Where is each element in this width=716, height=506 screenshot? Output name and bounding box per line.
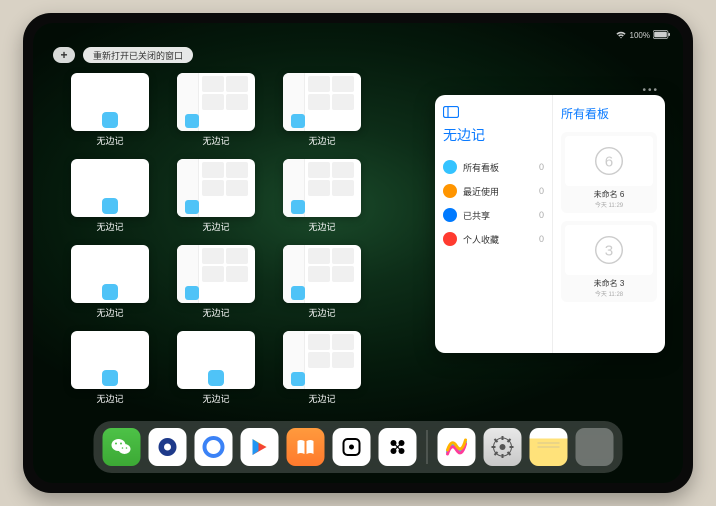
window-tile[interactable]: 无边记 (71, 73, 149, 147)
dock (94, 421, 623, 473)
window-tile[interactable]: 无边记 (71, 331, 149, 405)
freeform-panel: 无边记 所有看板0最近使用0已共享0个人收藏0 所有看板 6未命名 6今天 11… (435, 95, 665, 353)
panel-title: 无边记 (443, 125, 544, 145)
window-label: 无边记 (308, 220, 335, 233)
window-thumbnail (71, 245, 149, 303)
board-thumbnail: 6 (565, 136, 653, 186)
toolbar: + 重新打开已关闭的窗口 (53, 47, 193, 63)
category-count: 0 (539, 234, 544, 244)
sidebar-item[interactable]: 已共享 0 (443, 203, 544, 227)
category-label: 所有看板 (463, 161, 499, 174)
window-thumbnail (283, 73, 361, 131)
panel-content: 所有看板 6 未命名 6今天 11:29 3 未命名 3今天 11:28 (553, 95, 665, 353)
window-thumbnail (283, 331, 361, 389)
dock-freeform-icon[interactable] (438, 428, 476, 466)
window-tile[interactable]: 无边记 (283, 331, 361, 405)
window-thumbnail (283, 245, 361, 303)
dock-play-icon[interactable] (241, 428, 279, 466)
sidebar-item[interactable]: 最近使用 0 (443, 179, 544, 203)
category-count: 0 (539, 186, 544, 196)
board-thumbnail: 3 (565, 225, 653, 275)
window-label: 无边记 (202, 306, 229, 319)
window-tile[interactable]: 无边记 (177, 159, 255, 233)
dock-app-dots-icon[interactable] (379, 428, 417, 466)
category-label: 个人收藏 (463, 233, 499, 246)
battery-pct: 100% (630, 31, 650, 40)
reopen-window-button[interactable]: 重新打开已关闭的窗口 (83, 47, 193, 63)
window-label: 无边记 (96, 134, 123, 147)
window-thumbnail (71, 331, 149, 389)
category-label: 最近使用 (463, 185, 499, 198)
board-card[interactable]: 6 未命名 6今天 11:29 (561, 132, 657, 213)
board-name: 未命名 3 (594, 278, 625, 289)
dock-app-blue2-icon[interactable] (195, 428, 233, 466)
battery-icon (653, 30, 671, 41)
window-tile[interactable]: 无边记 (71, 245, 149, 319)
window-thumbnail (177, 331, 255, 389)
window-tile[interactable]: 无边记 (283, 73, 361, 147)
board-name: 未命名 6 (594, 189, 625, 200)
category-count: 0 (539, 162, 544, 172)
window-label: 无边记 (202, 220, 229, 233)
dock-settings-icon[interactable] (484, 428, 522, 466)
window-tile[interactable]: 无边记 (177, 73, 255, 147)
window-tile[interactable]: 无边记 (177, 245, 255, 319)
window-tile[interactable]: 无边记 (71, 159, 149, 233)
window-thumbnail (177, 73, 255, 131)
window-tile[interactable]: 无边记 (283, 159, 361, 233)
window-grid: 无边记无边记无边记无边记无边记无边记无边记无边记无边记无边记无边记无边记 (71, 73, 401, 405)
board-time: 今天 11:28 (595, 289, 623, 298)
window-label: 无边记 (308, 306, 335, 319)
category-icon (443, 184, 457, 198)
board-card[interactable]: 3 未命名 3今天 11:28 (561, 221, 657, 302)
dock-books-icon[interactable] (287, 428, 325, 466)
sidebar-item[interactable]: 所有看板 0 (443, 155, 544, 179)
window-label: 无边记 (96, 306, 123, 319)
window-thumbnail (177, 245, 255, 303)
screen: 100% + 重新打开已关闭的窗口 无边记无边记无边记无边记无边记无边记无边记无… (33, 23, 683, 483)
window-thumbnail (283, 159, 361, 217)
window-tile[interactable]: 无边记 (283, 245, 361, 319)
sidebar-item[interactable]: 个人收藏 0 (443, 227, 544, 251)
dock-dice-icon[interactable] (333, 428, 371, 466)
window-label: 无边记 (96, 220, 123, 233)
board-time: 今天 11:29 (595, 200, 623, 209)
panel-sidebar: 无边记 所有看板 0 最近使用 0 已共享 0 个人收藏 0 (435, 95, 553, 353)
window-label: 无边记 (202, 134, 229, 147)
sidebar-icon[interactable] (443, 105, 459, 117)
category-icon (443, 160, 457, 174)
status-right: 100% (615, 30, 671, 41)
window-label: 无边记 (96, 392, 123, 405)
window-label: 无边记 (202, 392, 229, 405)
dock-app-blue1-icon[interactable] (149, 428, 187, 466)
window-thumbnail (71, 73, 149, 131)
category-label: 已共享 (463, 209, 490, 222)
add-button[interactable]: + (53, 47, 75, 63)
category-count: 0 (539, 210, 544, 220)
category-icon (443, 232, 457, 246)
dock-wechat-icon[interactable] (103, 428, 141, 466)
window-label: 无边记 (308, 392, 335, 405)
window-thumbnail (177, 159, 255, 217)
dock-separator (427, 430, 428, 464)
svg-text:6: 6 (605, 154, 613, 171)
category-icon (443, 208, 457, 222)
status-bar: 100% (33, 27, 683, 43)
window-tile[interactable]: 无边记 (177, 331, 255, 405)
dock-notes-icon[interactable] (530, 428, 568, 466)
ipad-frame: 100% + 重新打开已关闭的窗口 无边记无边记无边记无边记无边记无边记无边记无… (23, 13, 693, 493)
window-thumbnail (71, 159, 149, 217)
window-label: 无边记 (308, 134, 335, 147)
wifi-icon (615, 30, 627, 41)
dock-app-library-icon[interactable] (576, 428, 614, 466)
svg-text:3: 3 (605, 243, 613, 260)
panel-right-title: 所有看板 (561, 105, 657, 122)
